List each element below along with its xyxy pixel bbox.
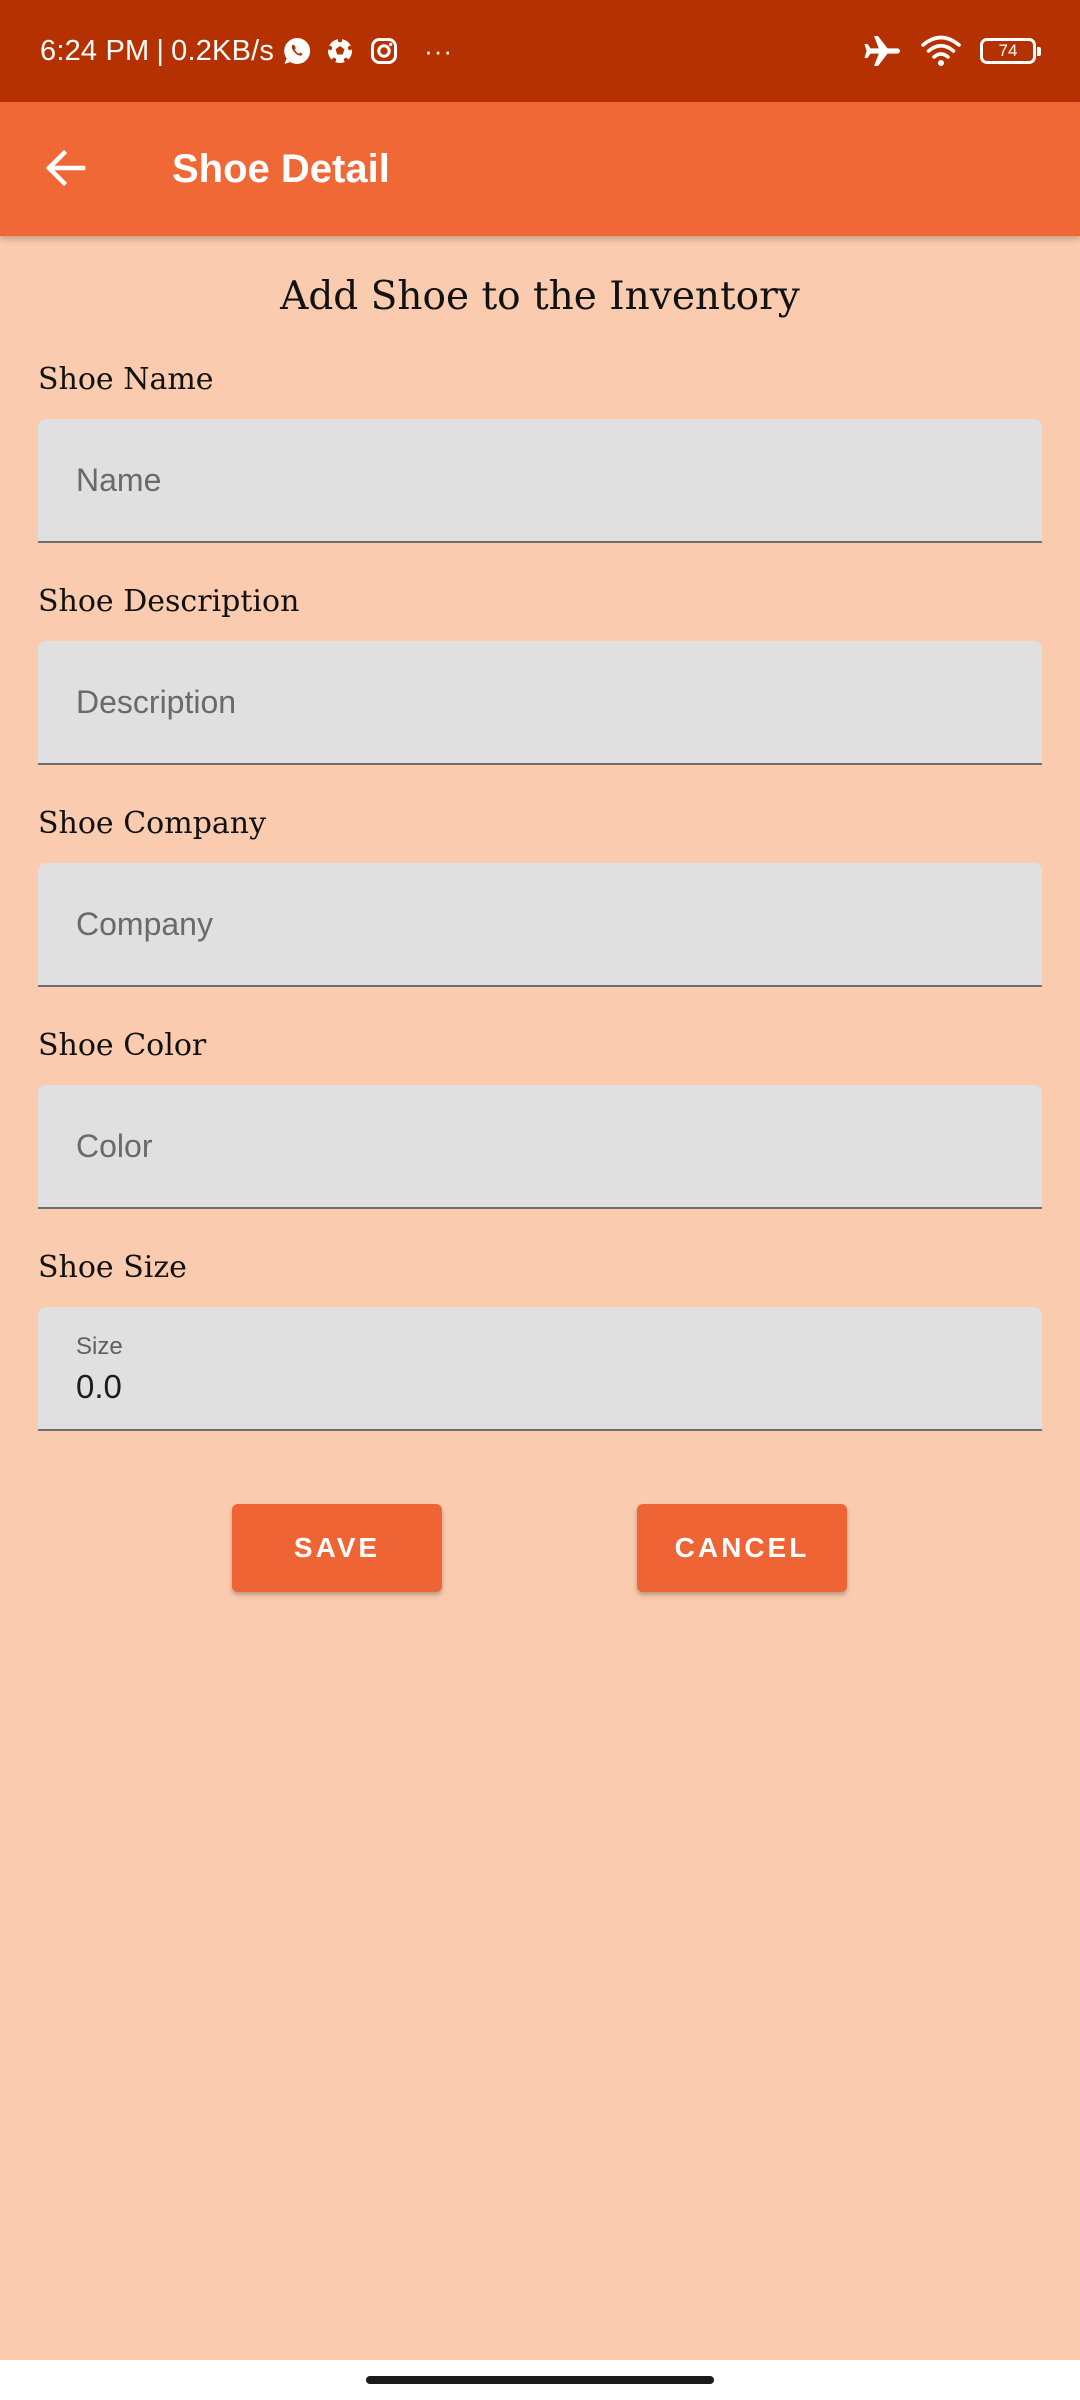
app-bar: Shoe Detail xyxy=(0,102,1080,236)
add-shoe-form: Add Shoe to the Inventory Shoe Name Shoe… xyxy=(0,236,1080,2360)
status-left: 6:24 PM | 0.2KB/s ··· xyxy=(40,0,453,102)
shoe-company-label: Shoe Company xyxy=(38,806,267,841)
page-title: Shoe Detail xyxy=(172,146,390,191)
shoe-color-field[interactable] xyxy=(38,1085,1042,1209)
status-separator: | xyxy=(156,34,165,67)
shoe-company-field[interactable] xyxy=(38,863,1042,987)
battery-level: 74 xyxy=(980,38,1041,64)
shoe-name-label: Shoe Name xyxy=(38,362,214,397)
form-title: Add Shoe to the Inventory xyxy=(280,274,800,319)
arrow-back-icon xyxy=(45,149,86,187)
shoe-description-field[interactable] xyxy=(38,641,1042,765)
status-bar: 6:24 PM | 0.2KB/s ··· 74 xyxy=(0,0,1080,102)
status-right: 74 xyxy=(844,0,1041,102)
wifi-icon xyxy=(920,34,962,68)
battery-icon: 74 xyxy=(980,38,1041,64)
home-indicator[interactable] xyxy=(366,2376,714,2384)
shoe-color-label: Shoe Color xyxy=(38,1028,207,1063)
shoe-size-label: Shoe Size xyxy=(38,1250,187,1285)
shoe-description-label: Shoe Description xyxy=(38,584,300,619)
instagram-icon xyxy=(370,37,398,65)
shoe-description-input[interactable] xyxy=(76,641,996,763)
more-notifications-icon: ··· xyxy=(424,35,454,66)
back-button[interactable] xyxy=(30,132,102,204)
football-icon xyxy=(326,37,354,65)
cancel-button[interactable]: CANCEL xyxy=(637,1504,847,1592)
save-button[interactable]: SAVE xyxy=(232,1504,442,1592)
status-time: 6:24 PM xyxy=(40,34,150,67)
navigation-bar xyxy=(0,2360,1080,2400)
network-speed: 0.2KB/s xyxy=(171,34,275,67)
airplane-mode-icon xyxy=(862,34,902,68)
shoe-color-input[interactable] xyxy=(76,1085,996,1207)
shoe-name-input[interactable] xyxy=(76,419,996,541)
shoe-name-field[interactable] xyxy=(38,419,1042,543)
shoe-company-input[interactable] xyxy=(76,863,996,985)
shoe-size-field[interactable]: Size xyxy=(38,1307,1042,1431)
shoe-size-input[interactable] xyxy=(76,1343,996,1431)
whatsapp-icon xyxy=(282,36,312,66)
